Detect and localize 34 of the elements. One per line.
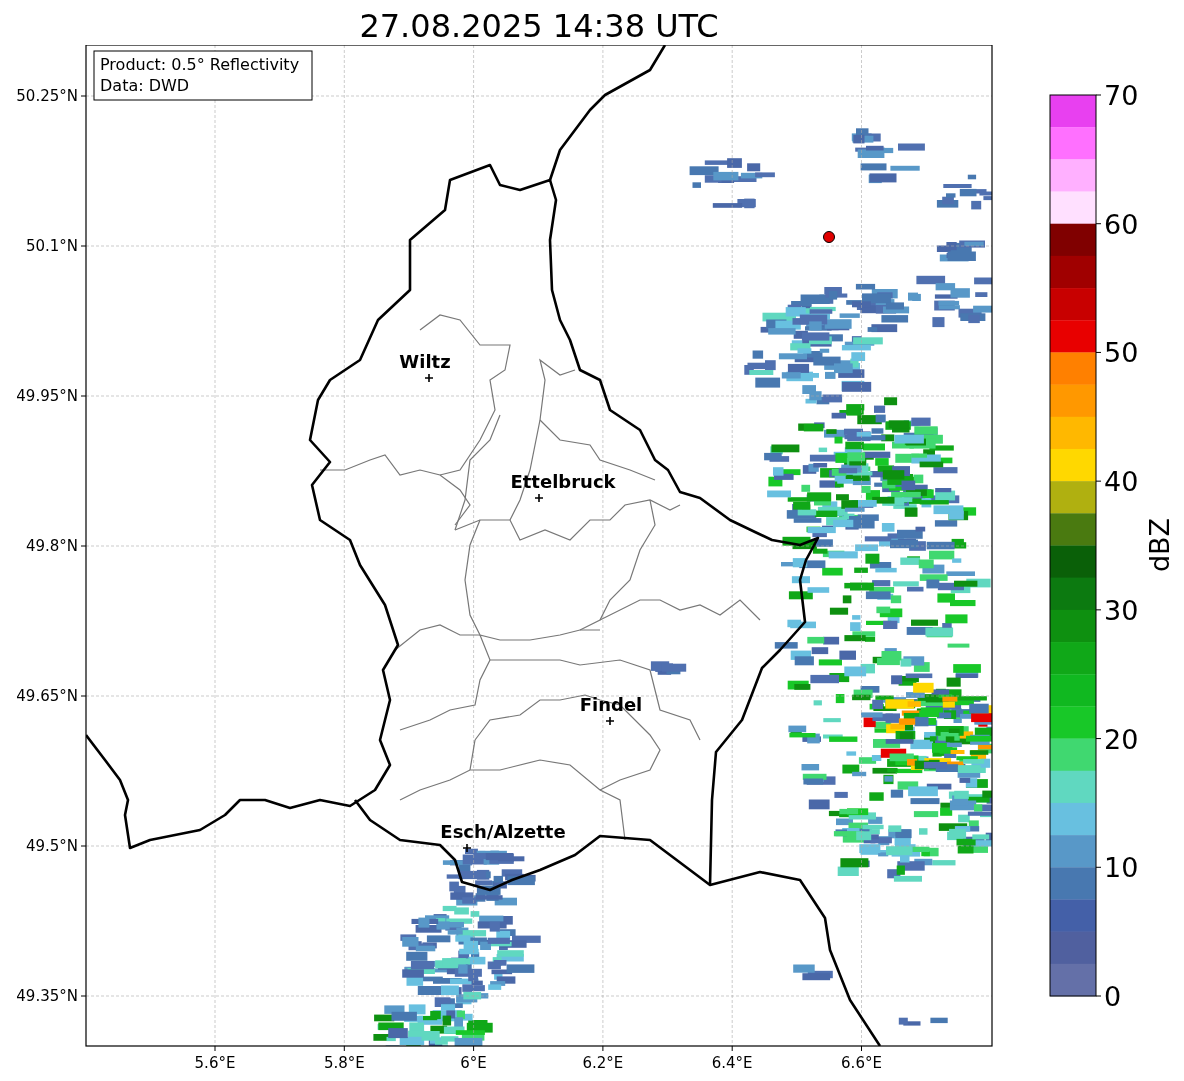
city-marker-icon — [534, 493, 544, 503]
colorbar-label: dBZ — [1144, 517, 1175, 573]
colorbar-tick-label: 0 — [1104, 981, 1122, 1012]
x-tick-label: 5.6°E — [194, 1054, 236, 1072]
x-tick-label: 6.6°E — [841, 1054, 882, 1072]
colorbar-tick-label: 20 — [1104, 723, 1139, 755]
x-tick-label: 6°E — [460, 1054, 487, 1072]
city-marker-icon — [605, 716, 615, 726]
y-tick-label: 49.35°N — [16, 987, 78, 1005]
city-label: Esch/Alzette — [440, 821, 566, 842]
city-label: Wiltz — [399, 351, 451, 372]
chart-title: 27.08.2025 14:38 UTC — [358, 6, 720, 45]
colorbar-tick-label: 30 — [1104, 594, 1139, 626]
colorbar-tick-label: 50 — [1104, 337, 1139, 369]
y-tick-label: 50.25°N — [16, 87, 78, 105]
x-tick-label: 5.8°E — [323, 1054, 365, 1072]
y-tick-label: 49.65°N — [16, 687, 78, 705]
x-tick-label: 6.4°E — [711, 1054, 753, 1072]
y-tick-label: 50.1°N — [25, 237, 78, 255]
y-tick-label: 49.8°N — [25, 537, 78, 555]
city-marker-icon — [424, 373, 434, 383]
colorbar-tick-label: 40 — [1104, 466, 1139, 498]
colorbar-tick-label: 10 — [1104, 852, 1139, 884]
info-text: Data: DWD — [100, 76, 190, 95]
radar-site-icon — [823, 231, 835, 243]
colorbar-tick-label: 70 — [1104, 80, 1139, 111]
y-tick-label: 49.5°N — [25, 837, 78, 855]
info-text: Product: 0.5° Reflectivity — [100, 55, 300, 74]
city-label: Ettelbruck — [510, 471, 616, 492]
x-tick-label: 6.2°E — [582, 1054, 624, 1072]
city-label: Findel — [579, 694, 643, 715]
city-marker-icon — [462, 843, 472, 853]
colorbar-tick-label: 60 — [1104, 208, 1139, 240]
y-tick-label: 49.95°N — [16, 387, 78, 405]
